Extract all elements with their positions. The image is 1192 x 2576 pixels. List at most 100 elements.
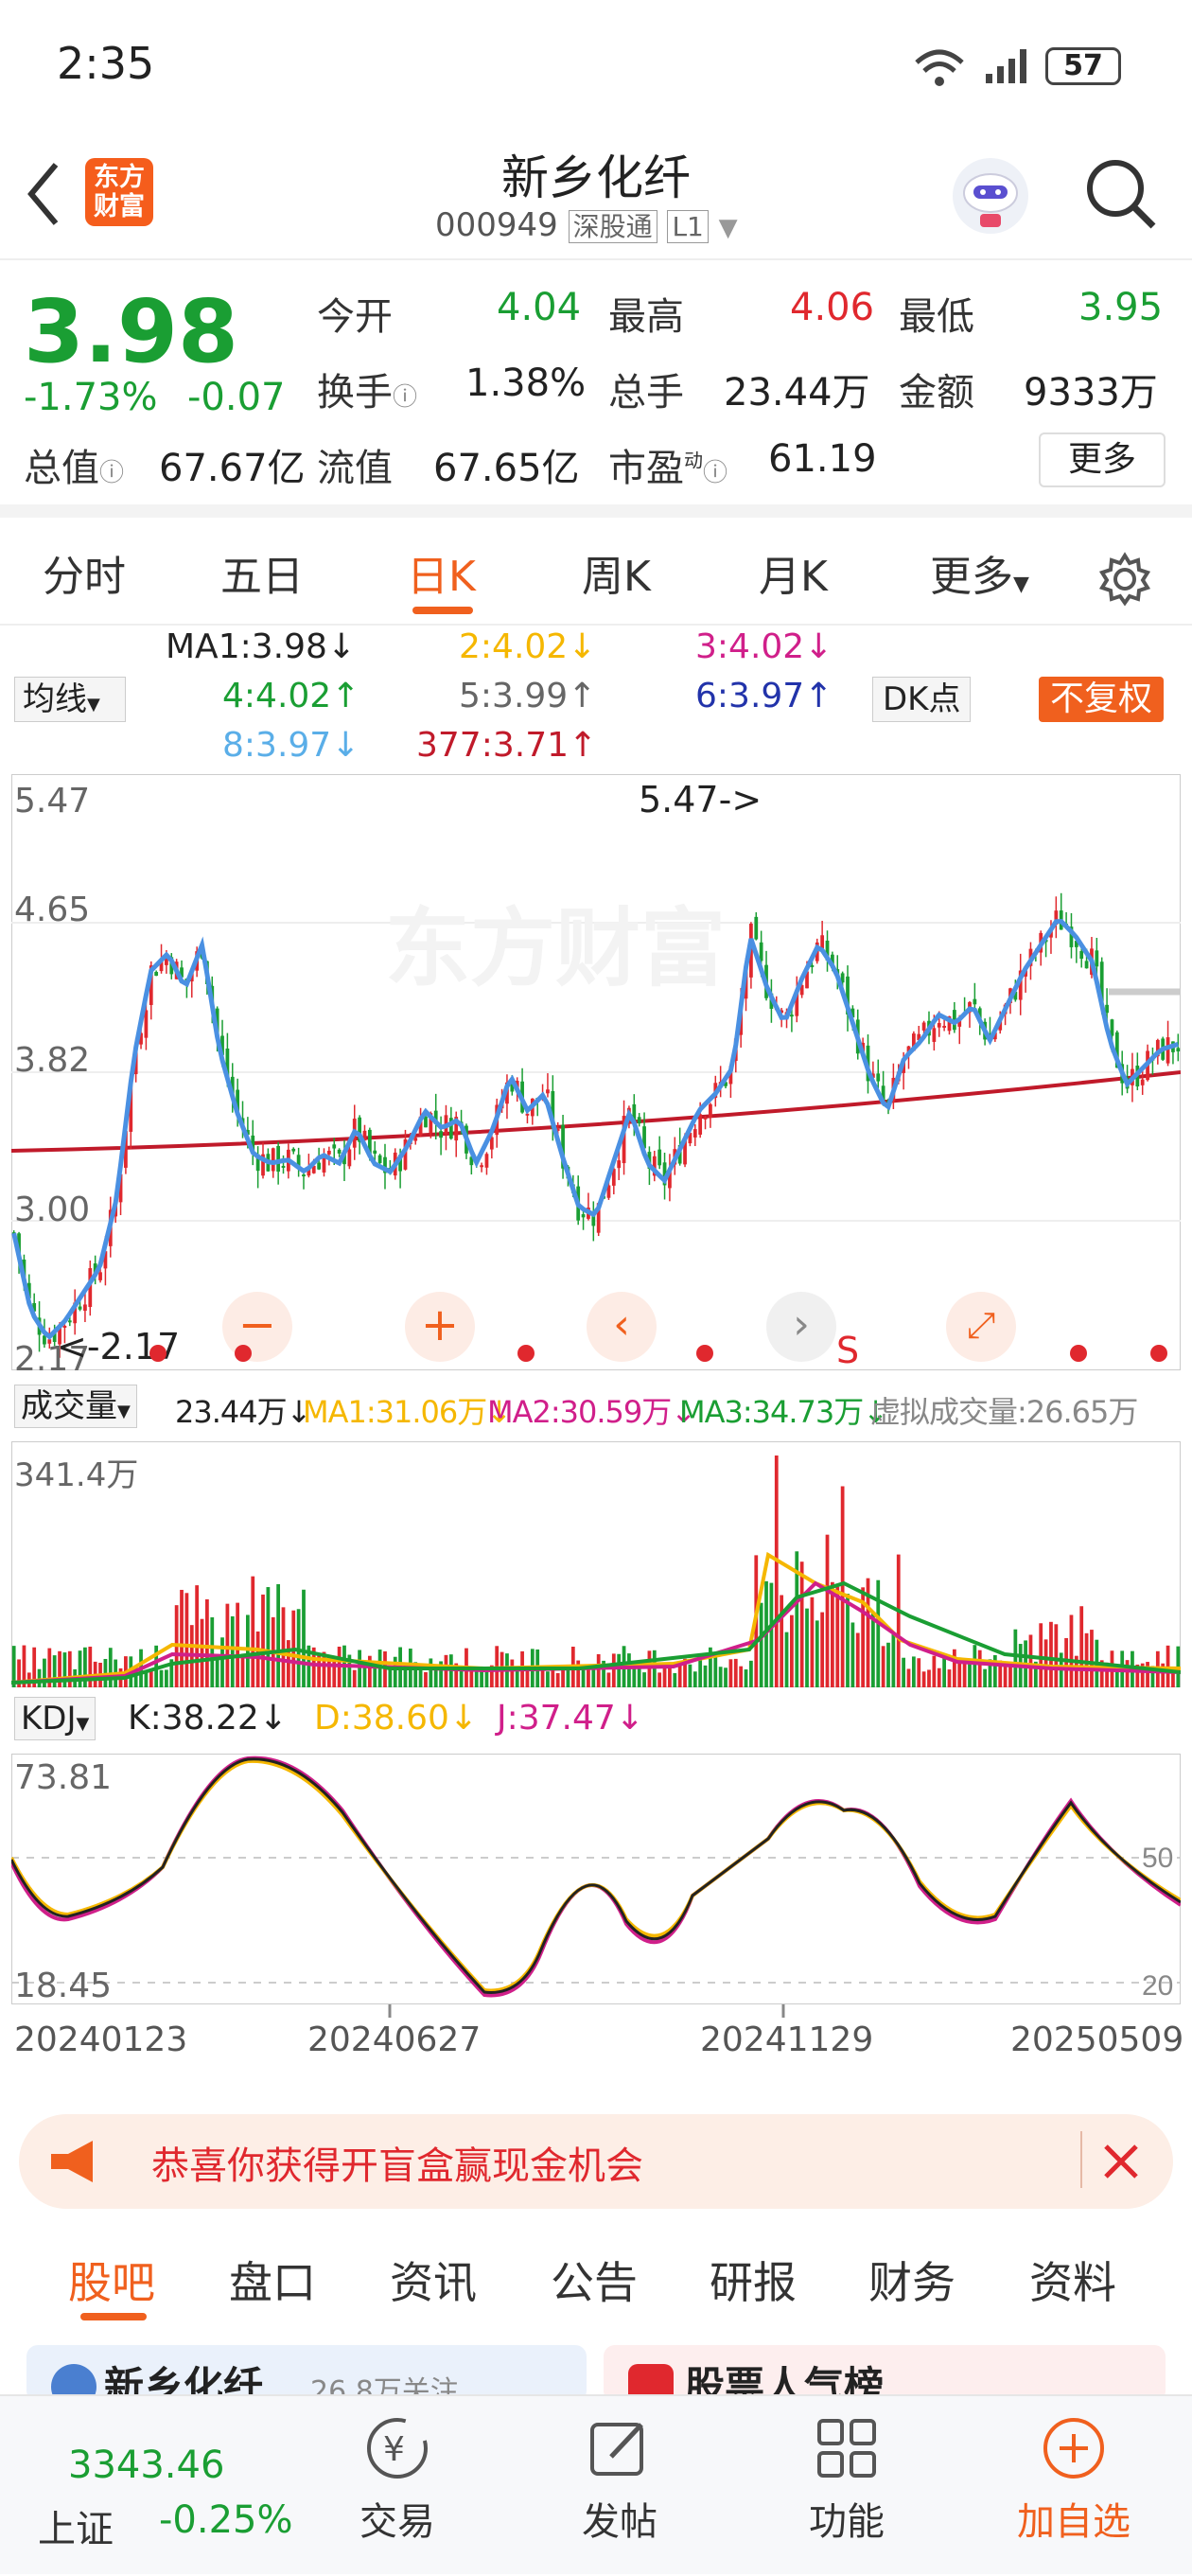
kdj-axis-top: 73.81 xyxy=(14,1758,113,1797)
volume-bar xyxy=(911,1656,916,1687)
candle-body xyxy=(637,1117,641,1124)
volume-bar xyxy=(1079,1606,1084,1687)
signal-icon xyxy=(986,49,1026,83)
volume-bar xyxy=(165,1669,168,1687)
candle-body xyxy=(413,1138,418,1141)
volume-bar xyxy=(108,1648,113,1687)
ma6-value: 6:3.97↑ xyxy=(695,677,833,715)
volume-bar xyxy=(780,1595,784,1687)
low-label: 最低 xyxy=(899,295,974,339)
candle-body xyxy=(876,1073,881,1082)
volume-bar xyxy=(606,1672,611,1687)
tab-five-day[interactable]: 五日 xyxy=(220,531,304,624)
volume-selector[interactable]: 成交量▼ xyxy=(14,1385,137,1428)
caret-down-icon: ▼ xyxy=(117,1402,131,1421)
volume-bar xyxy=(692,1671,697,1687)
more-button[interactable]: 更多 xyxy=(1039,432,1166,487)
ma-selector[interactable]: 均线▼ xyxy=(14,677,126,722)
kdj-selector[interactable]: KDJ▼ xyxy=(14,1697,96,1740)
tab-more[interactable]: 更多▼ xyxy=(930,531,1029,624)
back-icon[interactable] xyxy=(24,161,61,227)
index-name: 上证 xyxy=(38,2508,114,2551)
info-icon[interactable]: ⓘ xyxy=(393,383,417,412)
banner-text: 恭喜你获得开盲盒赢现金机会 xyxy=(151,2144,643,2188)
info-icon[interactable]: ⓘ xyxy=(703,459,727,487)
ma1-value: MA1:3.98↓ xyxy=(166,627,357,666)
tab-orderbook[interactable]: 盘口 xyxy=(229,2249,316,2311)
volume-bar xyxy=(459,1670,464,1687)
trade-button[interactable]: ¥ 交易 xyxy=(326,2396,468,2576)
add-watchlist-button[interactable]: 加自选 xyxy=(1003,2396,1145,2576)
tab-forum[interactable]: 股吧 xyxy=(68,2249,155,2311)
forum-card[interactable]: 新乡化纤 26.8万关注 xyxy=(26,2345,587,2402)
candle-body xyxy=(1084,961,1089,969)
volume-bar xyxy=(332,1657,337,1687)
info-icon[interactable]: ⓘ xyxy=(99,459,124,487)
forum-tab-indicator xyxy=(80,2313,147,2320)
volume-bar xyxy=(352,1669,357,1687)
function-label: 功能 xyxy=(809,2500,885,2544)
kdj-chart[interactable]: 50 20 xyxy=(11,1754,1181,2004)
candle-body xyxy=(83,1304,87,1312)
volume-bar xyxy=(942,1654,946,1687)
hot-ranking-card[interactable]: 股票人气榜 xyxy=(604,2345,1166,2402)
high-annotation: 5.47-> xyxy=(639,779,763,820)
tab-profile[interactable]: 资料 xyxy=(1029,2249,1116,2311)
candle-body xyxy=(703,1117,708,1120)
tab-financials[interactable]: 财务 xyxy=(868,2249,955,2311)
volume-bar xyxy=(246,1614,250,1687)
price-tick-1: 5.47 xyxy=(14,782,91,820)
tab-news[interactable]: 资讯 xyxy=(390,2249,477,2311)
volume-bar xyxy=(286,1640,290,1687)
candle-body xyxy=(1140,1079,1145,1085)
promo-banner[interactable]: 恭喜你获得开盲盒赢现金机会 xyxy=(19,2114,1173,2209)
volume-bar xyxy=(759,1602,763,1687)
date-label-1: 20240123 xyxy=(14,2020,188,2059)
app-logo[interactable]: 东方 财富 xyxy=(85,158,153,226)
volume-bar xyxy=(627,1653,631,1687)
dk-point-button[interactable]: DK点 xyxy=(872,677,972,722)
tab-monthly-k[interactable]: 月K xyxy=(759,531,828,624)
volume-bar xyxy=(992,1654,997,1687)
candle-body xyxy=(373,1150,377,1155)
volume-chart[interactable] xyxy=(11,1441,1181,1687)
volume-bar xyxy=(749,1660,753,1687)
volume-bar xyxy=(952,1649,956,1687)
kline-chart-area: 均线▼ MA1:3.98↓ 2:4.02↓ 3:4.02↓ 4:4.02↑ 5:… xyxy=(0,627,1192,2104)
tab-research[interactable]: 研报 xyxy=(710,2249,797,2311)
date-label-2: 20240627 xyxy=(307,2020,482,2059)
volume-bar xyxy=(855,1632,860,1687)
volume-bar xyxy=(902,1657,906,1687)
price-chart[interactable]: 东方财富 xyxy=(11,774,1181,1370)
volume-bar xyxy=(617,1653,622,1687)
volume-value: 23.44万 xyxy=(724,371,870,415)
volume-bar xyxy=(688,1664,692,1687)
close-icon[interactable] xyxy=(1102,2143,1140,2180)
candle-body xyxy=(480,1165,483,1168)
volume-bar xyxy=(739,1666,744,1687)
volume-bar xyxy=(388,1668,393,1687)
candle-body xyxy=(698,1114,703,1135)
tab-intraday[interactable]: 分时 xyxy=(43,531,126,624)
tab-announcements[interactable]: 公告 xyxy=(551,2249,638,2311)
kdj-k-value: K:38.22↓ xyxy=(128,1699,288,1738)
stock-code-line[interactable]: 000949 深股通 L1 ▼ xyxy=(435,206,738,244)
volume-bar xyxy=(733,1658,738,1687)
tab-weekly-k[interactable]: 周K xyxy=(582,531,651,624)
candle-body xyxy=(546,1089,550,1094)
price-tick-2: 4.65 xyxy=(14,891,91,929)
robot-assistant-icon[interactable] xyxy=(946,151,1036,241)
volume-bar xyxy=(799,1561,804,1687)
candle-body xyxy=(525,1113,530,1116)
bottom-nav: 3343.46 上证 -0.25% ¥ 交易 发帖 功能 加自选 xyxy=(0,2394,1192,2574)
search-icon[interactable] xyxy=(1083,156,1159,232)
volume-bar xyxy=(1049,1621,1053,1687)
adjust-toggle[interactable]: 不复权 xyxy=(1039,677,1165,722)
amount-label: 金额 xyxy=(899,371,974,415)
settings-gear-icon[interactable] xyxy=(1097,552,1152,607)
post-button[interactable]: 发帖 xyxy=(549,2396,691,2576)
volume-bar xyxy=(510,1659,515,1687)
function-button[interactable]: 功能 xyxy=(776,2396,918,2576)
candle-body xyxy=(942,1025,946,1028)
candle-body xyxy=(617,1160,622,1169)
